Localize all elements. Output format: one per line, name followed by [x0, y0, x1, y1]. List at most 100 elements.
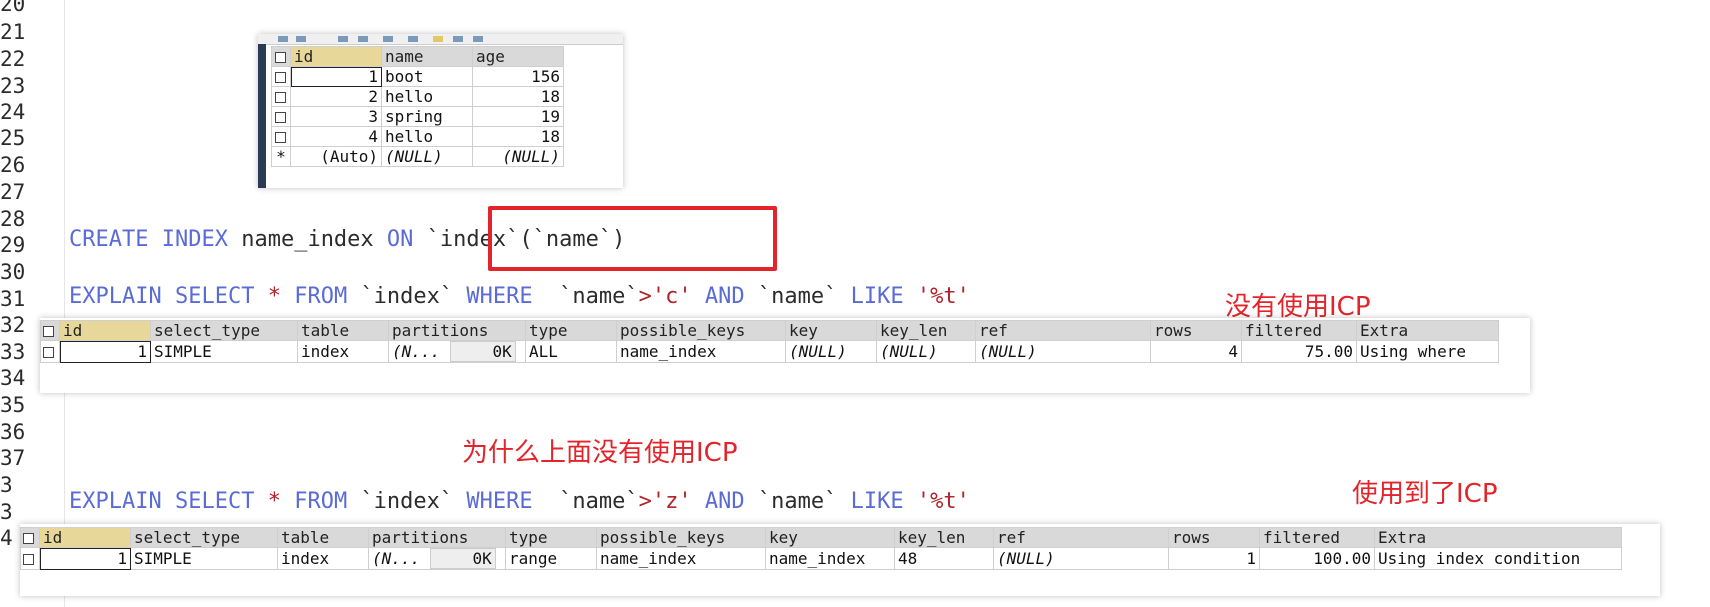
column-header[interactable]: partitions	[388, 320, 526, 341]
row-checkbox[interactable]	[271, 86, 291, 107]
new-row[interactable]: * (Auto) (NULL) (NULL)	[271, 146, 564, 167]
column-header[interactable]: key	[765, 527, 895, 548]
toolbar-icon[interactable]	[473, 36, 483, 42]
code-line-explain-2[interactable]: EXPLAIN SELECT * FROM `index` WHERE `nam…	[69, 489, 970, 514]
cell-id[interactable]: 1	[39, 547, 131, 570]
cell-age[interactable]: (NULL)	[472, 146, 564, 167]
row-checkbox[interactable]	[271, 126, 291, 147]
toolbar-icon[interactable]	[383, 36, 393, 42]
column-header[interactable]: ref	[975, 320, 1151, 341]
toolbar-icon[interactable]	[296, 36, 306, 42]
cell-age[interactable]: 18	[472, 126, 564, 147]
column-header[interactable]: possible_keys	[616, 320, 786, 341]
row-checkbox[interactable]	[20, 547, 40, 570]
keyword: CREATE	[69, 227, 149, 252]
column-header[interactable]: partitions	[368, 527, 506, 548]
cell-id[interactable]: (Auto)	[290, 146, 382, 167]
cell-filtered[interactable]: 100.00	[1259, 547, 1375, 570]
row-checkbox[interactable]	[271, 66, 291, 87]
cell-id[interactable]: 1	[290, 66, 382, 87]
cell-ref[interactable]: (NULL)	[975, 340, 1151, 363]
cell-name[interactable]: spring	[381, 106, 473, 127]
table-row[interactable]: 1 SIMPLE index (N... 0K ALL name_index (…	[40, 340, 1499, 363]
column-header[interactable]: filtered	[1259, 527, 1375, 548]
toolbar-icon[interactable]	[278, 36, 288, 42]
cell-possible-keys[interactable]: name_index	[596, 547, 766, 570]
cell-select-type[interactable]: SIMPLE	[130, 547, 278, 570]
column-header[interactable]: select_type	[130, 527, 278, 548]
cell-name[interactable]: hello	[381, 86, 473, 107]
toolbar-icon[interactable]	[433, 36, 443, 42]
column-header[interactable]: rows	[1150, 320, 1242, 341]
column-header-name[interactable]: name	[381, 46, 473, 67]
column-header[interactable]: filtered	[1241, 320, 1357, 341]
operator: >	[638, 489, 652, 514]
toolbar-icon[interactable]	[338, 36, 348, 42]
cell-select-type[interactable]: SIMPLE	[150, 340, 298, 363]
column-header[interactable]: Extra	[1356, 320, 1499, 341]
cell-rows[interactable]: 1	[1168, 547, 1260, 570]
table-row[interactable]: 4 hello 18	[271, 126, 564, 147]
cell-age[interactable]: 18	[472, 86, 564, 107]
column-header[interactable]: id	[39, 527, 131, 548]
checkbox-icon	[23, 554, 34, 565]
column-header[interactable]: key_len	[876, 320, 976, 341]
cell-name[interactable]: (NULL)	[381, 146, 473, 167]
column-header[interactable]: ref	[993, 527, 1169, 548]
table-row[interactable]: 2 hello 18	[271, 86, 564, 107]
cell-partitions[interactable]: (N... 0K	[368, 547, 506, 570]
cell-ref[interactable]: (NULL)	[993, 547, 1169, 570]
row-checkbox[interactable]	[271, 106, 291, 127]
checkbox-icon	[43, 347, 54, 358]
cell-age[interactable]: 156	[472, 66, 564, 87]
cell-name[interactable]: hello	[381, 126, 473, 147]
cell-rows[interactable]: 4	[1150, 340, 1242, 363]
table-row[interactable]: 1 SIMPLE index (N... 0K range name_index…	[20, 547, 1622, 570]
column-header[interactable]: table	[297, 320, 389, 341]
toolbar-icon[interactable]	[408, 36, 418, 42]
table-row[interactable]: 1 boot 156	[271, 66, 564, 87]
column-header[interactable]: key	[785, 320, 877, 341]
cell-table[interactable]: index	[297, 340, 389, 363]
column-header[interactable]: Extra	[1374, 527, 1622, 548]
cell-key-len[interactable]: (NULL)	[876, 340, 976, 363]
toolbar-icon[interactable]	[453, 36, 463, 42]
column-header[interactable]: table	[277, 527, 369, 548]
select-all-checkbox[interactable]	[20, 527, 40, 548]
cell-id[interactable]: 2	[290, 86, 382, 107]
keyword: SELECT	[174, 489, 255, 514]
cell-possible-keys[interactable]: name_index	[616, 340, 786, 363]
cell-id[interactable]: 1	[59, 340, 151, 363]
column-header[interactable]: rows	[1168, 527, 1260, 548]
column-header-age[interactable]: age	[472, 46, 564, 67]
row-checkbox[interactable]	[40, 340, 60, 363]
cell-extra[interactable]: Using where	[1356, 340, 1499, 363]
cell-type[interactable]: ALL	[525, 340, 617, 363]
select-all-checkbox[interactable]	[271, 46, 291, 67]
cell-type[interactable]: range	[505, 547, 597, 570]
column-header[interactable]: type	[505, 527, 597, 548]
operator: *	[267, 284, 281, 309]
cell-key[interactable]: (NULL)	[785, 340, 877, 363]
column-header-id[interactable]: id	[290, 46, 382, 67]
cell-filtered[interactable]: 75.00	[1241, 340, 1357, 363]
cell-key-len[interactable]: 48	[894, 547, 994, 570]
toolbar-icon[interactable]	[358, 36, 368, 42]
explain-result-grid-2: id select_type table partitions type pos…	[20, 524, 1660, 596]
column-header[interactable]: key_len	[894, 527, 994, 548]
cell-table[interactable]: index	[277, 547, 369, 570]
cell-key[interactable]: name_index	[765, 547, 895, 570]
table-row[interactable]: 3 spring 19	[271, 106, 564, 127]
cell-partitions[interactable]: (N... 0K	[388, 340, 526, 363]
cell-age[interactable]: 19	[472, 106, 564, 127]
cell-name[interactable]: boot	[381, 66, 473, 87]
code-line-explain-1[interactable]: EXPLAIN SELECT * FROM `index` WHERE `nam…	[69, 284, 970, 309]
select-all-checkbox[interactable]	[40, 320, 60, 341]
cell-extra[interactable]: Using index condition	[1374, 547, 1622, 570]
column-header[interactable]: type	[525, 320, 617, 341]
column-header[interactable]: id	[59, 320, 151, 341]
cell-id[interactable]: 4	[290, 126, 382, 147]
column-header[interactable]: select_type	[150, 320, 298, 341]
column-header[interactable]: possible_keys	[596, 527, 766, 548]
cell-id[interactable]: 3	[290, 106, 382, 127]
